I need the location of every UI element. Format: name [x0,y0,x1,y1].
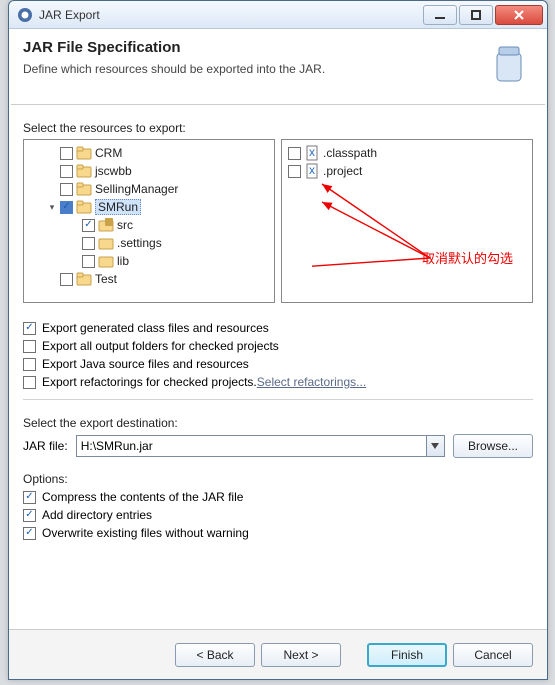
folder-icon [98,235,114,251]
project-icon [76,163,92,179]
maximize-button[interactable] [459,5,493,25]
resources-label: Select the resources to export: [23,121,533,135]
app-icon [17,7,33,23]
wizard-footer: < Back Next > Finish Cancel [9,629,547,679]
jar-option[interactable]: Overwrite existing files without warning [23,526,533,540]
jar-file-combo[interactable] [76,435,445,457]
tree-node[interactable]: src [28,216,270,234]
file-icon: x [304,145,320,161]
option-label: Add directory entries [42,508,152,522]
project-icon [76,271,92,287]
tree-label: .settings [117,236,162,250]
finish-button[interactable]: Finish [367,643,447,667]
cancel-button[interactable]: Cancel [453,643,533,667]
svg-text:x: x [309,145,315,159]
file-checkbox[interactable] [288,147,301,160]
jar-option[interactable]: Add directory entries [23,508,533,522]
option-label: Export Java source files and resources [42,357,249,371]
file-list[interactable]: x .classpath x .project [281,139,533,303]
option-label: Export generated class files and resourc… [42,321,269,335]
tree-checkbox[interactable] [60,201,73,214]
file-label: .classpath [323,146,377,160]
tree-checkbox[interactable] [82,255,95,268]
option-label: Compress the contents of the JAR file [42,490,243,504]
tree-node[interactable]: Test [28,270,270,288]
option-checkbox[interactable] [23,322,36,335]
export-option[interactable]: Export generated class files and resourc… [23,321,533,335]
tree-node[interactable]: jscwbb [28,162,270,180]
jar-option[interactable]: Compress the contents of the JAR file [23,490,533,504]
tree-node[interactable]: .settings [28,234,270,252]
page-subtitle: Define which resources should be exporte… [23,62,485,76]
project-icon [76,145,92,161]
export-option[interactable]: Export Java source files and resources [23,357,533,371]
export-option[interactable]: Export refactorings for checked projects… [23,375,533,389]
export-option[interactable]: Export all output folders for checked pr… [23,339,533,353]
option-checkbox[interactable] [23,358,36,371]
dialog-window: JAR Export JAR File Specification Define… [8,0,548,680]
tree-label: SMRun [95,199,141,215]
refactorings-link[interactable]: Select refactorings... [257,375,366,389]
option-checkbox[interactable] [23,340,36,353]
next-button[interactable]: Next > [261,643,341,667]
file-label: .project [323,164,362,178]
tree-checkbox[interactable] [82,219,95,232]
destination-label: Select the export destination: [23,416,533,430]
tree-node[interactable]: CRM [28,144,270,162]
jar-icon [485,39,533,90]
tree-node[interactable]: lib [28,252,270,270]
minimize-button[interactable] [423,5,457,25]
option-checkbox[interactable] [23,491,36,504]
svg-text:x: x [309,163,315,177]
jar-file-input[interactable] [77,436,426,456]
tree-checkbox[interactable] [60,273,73,286]
src-icon [98,217,114,233]
tree-label: src [117,218,133,232]
file-checkbox[interactable] [288,165,301,178]
page-title: JAR File Specification [23,39,485,56]
tree-label: lib [117,254,129,268]
file-row[interactable]: x .classpath [286,144,528,162]
project-icon [76,199,92,215]
tree-node[interactable]: SellingManager [28,180,270,198]
project-tree[interactable]: CRM jscwbb SellingManager ▾SMRun src .setting… [23,139,275,303]
options-label: Options: [23,472,533,486]
titlebar[interactable]: JAR Export [9,1,547,29]
tree-checkbox[interactable] [60,183,73,196]
file-icon: x [304,163,320,179]
wizard-header: JAR File Specification Define which reso… [9,29,547,104]
project-icon [76,181,92,197]
back-button[interactable]: < Back [175,643,255,667]
option-label: Export all output folders for checked pr… [42,339,279,353]
tree-checkbox[interactable] [82,237,95,250]
tree-label: jscwbb [95,164,132,178]
jar-file-label: JAR file: [23,439,68,453]
browse-button[interactable]: Browse... [453,434,533,458]
tree-checkbox[interactable] [60,165,73,178]
folder-icon [98,253,114,269]
tree-label: CRM [95,146,122,160]
option-label: Overwrite existing files without warning [42,526,249,540]
option-label: Export refactorings for checked projects… [42,375,257,389]
combo-dropdown-button[interactable] [426,436,444,456]
tree-label: SellingManager [95,182,178,196]
option-checkbox[interactable] [23,509,36,522]
file-row[interactable]: x .project [286,162,528,180]
option-checkbox[interactable] [23,376,36,389]
tree-label: Test [95,272,117,286]
tree-checkbox[interactable] [60,147,73,160]
option-checkbox[interactable] [23,527,36,540]
close-button[interactable] [495,5,543,25]
window-title: JAR Export [39,8,421,22]
tree-node[interactable]: ▾SMRun [28,198,270,216]
